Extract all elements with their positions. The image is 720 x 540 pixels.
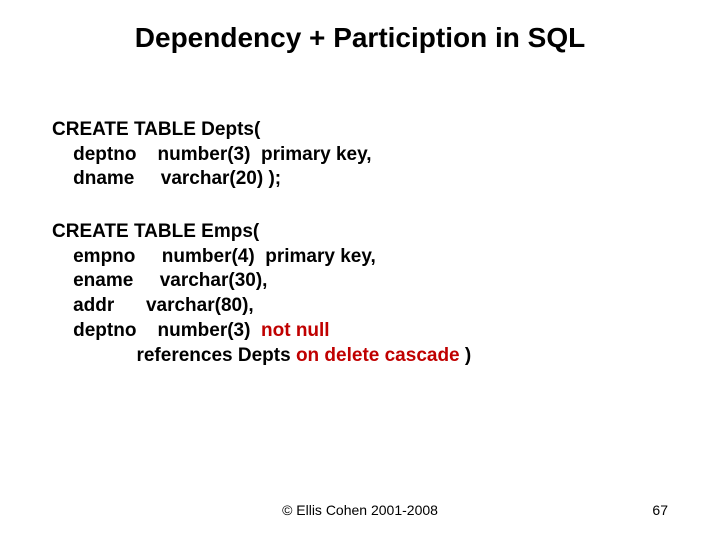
copyright-text: © Ellis Cohen 2001-2008 [0, 502, 720, 518]
code-line: dname varchar(20) ); [52, 167, 720, 192]
code-line: empno number(4) primary key, [52, 245, 720, 270]
code-line: addr varchar(80), [52, 294, 720, 319]
slide-title: Dependency + Particiption in SQL [0, 0, 720, 54]
code-line: references Depts on delete cascade ) [52, 344, 720, 369]
emps-table-block: CREATE TABLE Emps( empno number(4) prima… [52, 220, 720, 368]
depts-table-block: CREATE TABLE Depts( deptno number(3) pri… [52, 118, 720, 192]
page-number: 67 [652, 502, 668, 518]
sql-content: CREATE TABLE Depts( deptno number(3) pri… [0, 54, 720, 368]
code-line: deptno number(3) not null [52, 319, 720, 344]
code-line: ename varchar(30), [52, 269, 720, 294]
code-line: CREATE TABLE Depts( [52, 118, 720, 143]
code-line: CREATE TABLE Emps( [52, 220, 720, 245]
cascade-keyword: on delete cascade [296, 345, 460, 366]
code-line: deptno number(3) primary key, [52, 143, 720, 168]
not-null-keyword: not null [261, 320, 330, 341]
